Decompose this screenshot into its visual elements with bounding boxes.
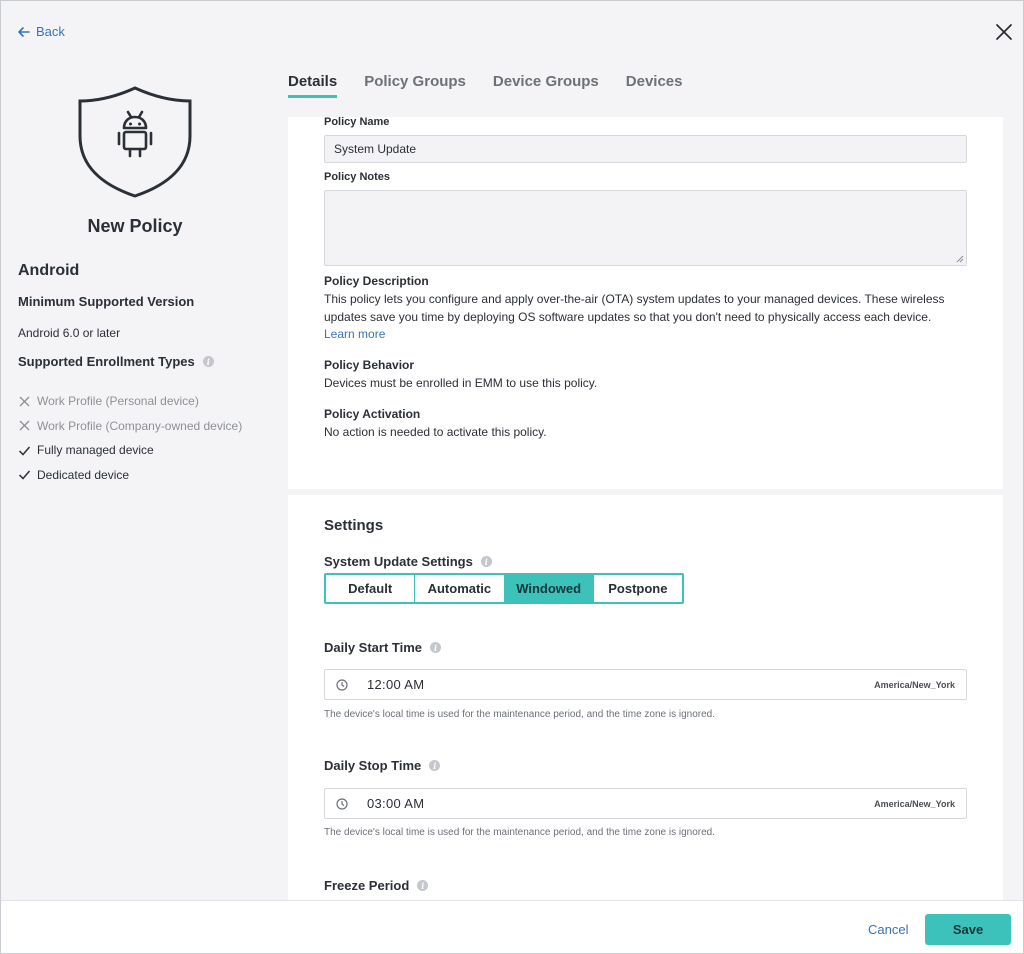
- policy-editor-window: Back New Policy Android Minimum Supporte…: [0, 0, 1024, 954]
- daily-start-hint: The device's local time is used for the …: [324, 709, 716, 720]
- clock-icon: [336, 678, 348, 691]
- daily-stop-value: 03:00 AM: [367, 796, 425, 811]
- arrow-left-icon: [18, 26, 30, 37]
- details-card: Policy Name System Update Policy Notes P…: [288, 116, 1003, 489]
- description-block: This policy lets you configure and apply…: [324, 291, 974, 344]
- settings-title: Settings: [324, 517, 384, 534]
- tab-devices[interactable]: Devices: [626, 73, 683, 98]
- daily-stop-timezone: America/New_York: [874, 798, 955, 809]
- info-icon[interactable]: i: [202, 356, 214, 367]
- enrollment-item: Work Profile (Personal device): [18, 389, 242, 414]
- tab-device-groups[interactable]: Device Groups: [493, 73, 599, 98]
- learn-more-link[interactable]: Learn more: [324, 327, 385, 341]
- min-version-value: Android 6.0 or later: [18, 326, 121, 340]
- tab-bar: Details Policy Groups Device Groups Devi…: [288, 73, 683, 98]
- activation-text: No action is needed to activate this pol…: [324, 425, 547, 439]
- close-icon[interactable]: [995, 23, 1013, 41]
- freeze-period-label: Freeze Period: [324, 878, 410, 893]
- back-link[interactable]: Back: [17, 24, 65, 39]
- policy-notes-textarea[interactable]: [324, 190, 967, 266]
- freeze-period-heading: Freeze Period i: [324, 878, 429, 893]
- activation-title: Policy Activation: [324, 407, 421, 421]
- policy-sidebar: New Policy Android Minimum Supported Ver…: [1, 61, 271, 901]
- option-postpone-button[interactable]: Postpone: [593, 575, 682, 602]
- info-icon[interactable]: i: [417, 880, 429, 891]
- policy-title: New Policy: [87, 216, 183, 236]
- enrollment-item: Fully managed device: [18, 438, 242, 463]
- policy-name-input[interactable]: System Update: [324, 135, 967, 163]
- check-icon: [18, 470, 31, 480]
- enrollment-item-label: Work Profile (Personal device): [37, 394, 199, 409]
- daily-stop-heading: Daily Stop Time i: [324, 758, 441, 773]
- android-shield-icon: [78, 86, 192, 198]
- daily-start-timezone: America/New_York: [874, 679, 955, 690]
- enrollment-item: Work Profile (Company-owned device): [18, 414, 242, 439]
- description-title: Policy Description: [324, 274, 429, 288]
- settings-card: Settings System Update Settings i Defaul…: [288, 495, 1003, 901]
- option-windowed-button[interactable]: Windowed: [504, 575, 594, 602]
- check-icon: [18, 446, 31, 456]
- info-icon[interactable]: i: [480, 556, 492, 567]
- enrollment-item-label: Fully managed device: [37, 443, 154, 458]
- daily-start-value: 12:00 AM: [367, 677, 425, 692]
- save-button[interactable]: Save: [925, 914, 1011, 945]
- daily-start-time-input[interactable]: 12:00 AM America/New_York: [324, 669, 967, 700]
- policy-name-value: System Update: [334, 142, 417, 156]
- daily-start-label: Daily Start Time: [324, 640, 423, 655]
- x-icon: [19, 396, 30, 407]
- cancel-button[interactable]: Cancel: [868, 922, 908, 937]
- update-mode-segmented-control: Default Automatic Windowed Postpone: [324, 573, 684, 604]
- enrollment-types-title: Supported Enrollment Types i: [18, 354, 214, 369]
- back-label: Back: [36, 24, 65, 39]
- enrollment-item-label: Dedicated device: [37, 467, 130, 482]
- daily-stop-hint: The device's local time is used for the …: [324, 827, 716, 838]
- info-icon[interactable]: i: [430, 642, 442, 653]
- system-update-settings-heading: System Update Settings i: [324, 554, 492, 569]
- x-icon: [19, 420, 30, 431]
- footer-bar: Cancel Save: [1, 900, 1023, 953]
- policy-name-label: Policy Name: [324, 116, 390, 128]
- daily-stop-label: Daily Stop Time: [324, 758, 422, 773]
- behavior-title: Policy Behavior: [324, 358, 415, 372]
- enrollment-item-label: Work Profile (Company-owned device): [37, 418, 243, 433]
- enrollment-item: Dedicated device: [18, 463, 242, 488]
- enrollment-list: Work Profile (Personal device) Work Prof…: [18, 389, 242, 487]
- daily-start-heading: Daily Start Time i: [324, 640, 442, 655]
- min-version-title: Minimum Supported Version: [18, 294, 195, 309]
- description-text: This policy lets you configure and apply…: [324, 292, 945, 324]
- clock-icon: [336, 797, 348, 810]
- option-automatic-button[interactable]: Automatic: [415, 575, 505, 602]
- os-title: Android: [18, 262, 80, 279]
- tab-details[interactable]: Details: [288, 73, 338, 98]
- behavior-text: Devices must be enrolled in EMM to use t…: [324, 376, 598, 390]
- enrollment-types-label: Supported Enrollment Types: [18, 354, 195, 369]
- tab-policy-groups[interactable]: Policy Groups: [364, 73, 466, 98]
- option-default-button[interactable]: Default: [326, 575, 416, 602]
- system-update-settings-label: System Update Settings: [324, 554, 473, 569]
- info-icon[interactable]: i: [429, 760, 441, 771]
- policy-notes-label: Policy Notes: [324, 171, 391, 183]
- daily-stop-time-input[interactable]: 03:00 AM America/New_York: [324, 788, 967, 819]
- resize-handle-icon[interactable]: [956, 255, 964, 263]
